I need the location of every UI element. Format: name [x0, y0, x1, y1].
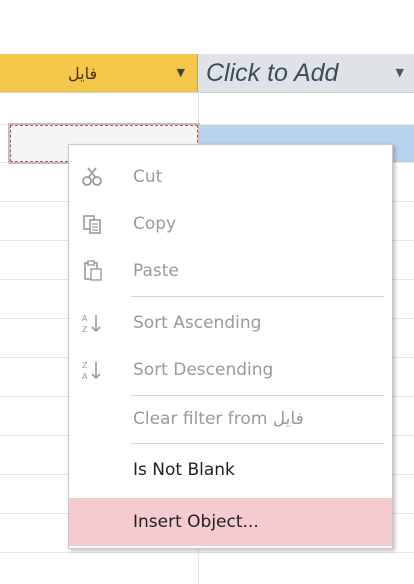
menu-item-label: Is Not Blank [133, 460, 235, 480]
menu-item-is-not-blank[interactable]: Is Not Blank [69, 446, 392, 494]
menu-item-sort-ascending[interactable]: A Z Sort Ascending [69, 299, 392, 347]
svg-text:Z: Z [82, 325, 88, 334]
menu-item-label: Cut [133, 167, 163, 187]
menu-separator [131, 296, 384, 297]
menu-separator [131, 443, 384, 444]
menu-item-copy[interactable]: Copy [69, 200, 392, 248]
paste-icon [79, 258, 105, 284]
menu-item-clear-filter[interactable]: Clear filter from فايل [69, 395, 392, 443]
grid-row-line [0, 552, 414, 553]
context-menu: Cut Copy Paste A Z Sort Ascending Z A So… [68, 144, 393, 549]
menu-item-label: Copy [133, 214, 177, 234]
click-to-add-label: Click to Add [206, 58, 339, 87]
column-header-row: فايل ▼ Click to Add ▼ [0, 54, 414, 93]
menu-item-label: Sort Ascending [133, 313, 262, 333]
menu-item-sort-descending[interactable]: Z A Sort Descending [69, 346, 392, 394]
datasheet: فايل ▼ Click to Add ▼ Cut Copy Paste A Z… [0, 0, 414, 584]
menu-item-paste[interactable]: Paste [69, 247, 392, 295]
copy-icon [79, 211, 105, 237]
sort-descending-icon: Z A [79, 357, 105, 383]
svg-text:A: A [82, 372, 88, 381]
menu-item-insert-object[interactable]: Insert Object... [69, 498, 392, 546]
menu-item-label: Insert Object... [133, 512, 259, 532]
chevron-down-icon[interactable]: ▼ [396, 66, 404, 79]
chevron-down-icon[interactable]: ▼ [177, 66, 185, 79]
sort-ascending-icon: A Z [79, 310, 105, 336]
menu-item-label: Paste [133, 261, 179, 281]
menu-item-cut[interactable]: Cut [69, 153, 392, 201]
svg-text:Z: Z [82, 361, 88, 370]
field-column-header[interactable]: فايل ▼ [0, 54, 198, 92]
scissors-icon [79, 164, 105, 190]
menu-item-label: Sort Descending [133, 360, 274, 380]
menu-item-label: Clear filter from فايل [133, 409, 304, 429]
svg-text:A: A [82, 314, 88, 323]
field-column-label: فايل [68, 63, 98, 83]
click-to-add-header[interactable]: Click to Add ▼ [198, 54, 414, 92]
